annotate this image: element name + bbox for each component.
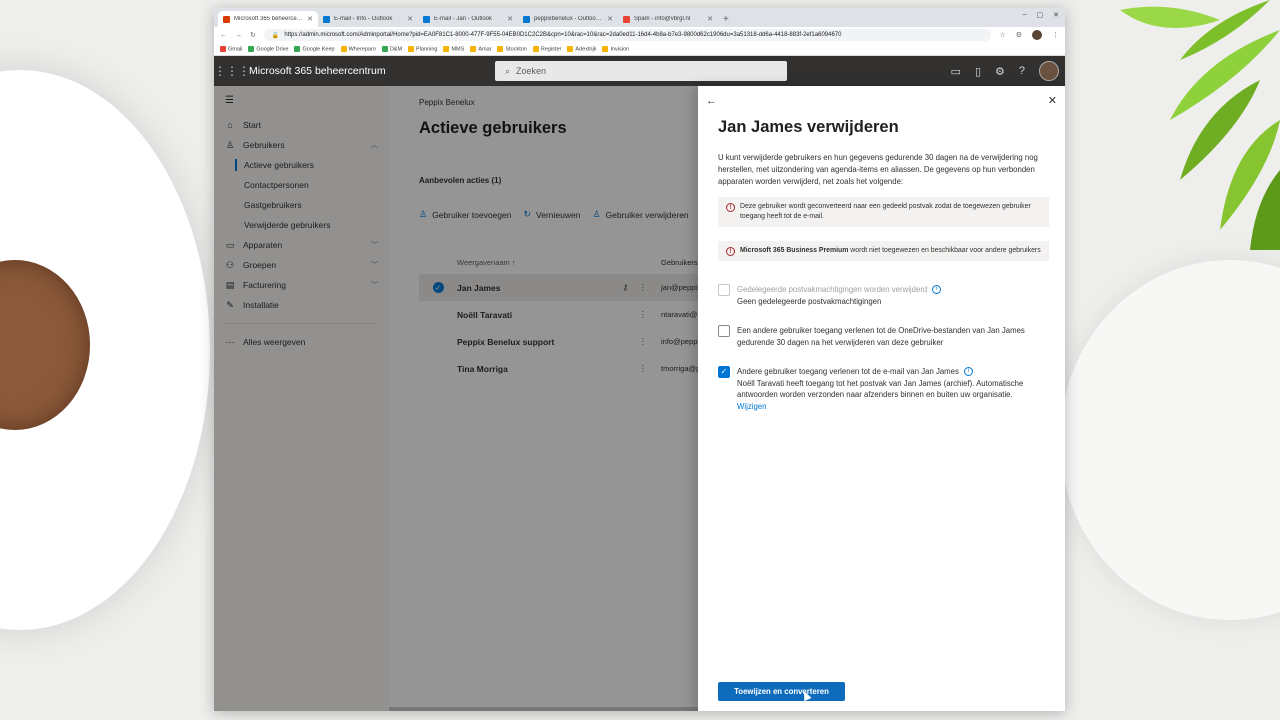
info-message-shared-mailbox: ! Deze gebruiker wordt geconverteerd naa…: [718, 197, 1049, 227]
tab-strip: Microsoft 365 beheercentrum ✕ E-mail - I…: [214, 8, 1065, 27]
close-tab-icon[interactable]: ✕: [507, 15, 513, 23]
assign-and-convert-button[interactable]: Toewijzen en converteren: [718, 682, 845, 701]
close-tab-icon[interactable]: ✕: [607, 15, 613, 23]
outlook-icon: [523, 15, 530, 23]
saucer-image: [1060, 260, 1280, 620]
tab-label: E-mail - Jan - Outlook: [434, 16, 493, 22]
back-arrow-icon[interactable]: ←: [706, 95, 717, 107]
browser-tab-admin[interactable]: Microsoft 365 beheercentrum ✕: [218, 11, 318, 27]
bookmark-item[interactable]: Gmail: [220, 45, 242, 52]
browser-window: Microsoft 365 beheercentrum ✕ E-mail - I…: [214, 8, 1065, 711]
office-icon: [223, 15, 230, 23]
avatar[interactable]: [1039, 61, 1059, 81]
star-icon[interactable]: ☆: [999, 31, 1005, 39]
lock-icon: 🔒: [271, 32, 280, 39]
address-bar: ← → ↻ 🔒 https://admin.microsoft.com/Admi…: [214, 27, 1065, 43]
bookmark-item[interactable]: D&M: [381, 45, 402, 52]
bookmark-item[interactable]: Planning: [408, 45, 437, 52]
close-tab-icon[interactable]: ✕: [407, 15, 413, 23]
reload-icon[interactable]: ↻: [250, 31, 256, 39]
close-window-button[interactable]: ✕: [1053, 11, 1059, 19]
outlook-icon: [323, 15, 330, 23]
license-name: Microsoft 365 Business Premium: [740, 247, 849, 254]
search-input[interactable]: ⌕ Zoeken: [495, 61, 787, 81]
app-title[interactable]: Microsoft 365 beheercentrum: [249, 65, 386, 77]
tab-label: Microsoft 365 beheercentrum: [234, 16, 303, 22]
info-message-license: ! Microsoft 365 Business Premium wordt n…: [718, 241, 1049, 261]
bookmark-item[interactable]: Whereparo: [340, 45, 376, 52]
outlook-icon: [423, 15, 430, 23]
mobile-icon[interactable]: ▯: [975, 65, 981, 78]
browser-tab-owa[interactable]: peppixbenelux - Outlook Web App ✕: [518, 11, 618, 27]
info-text: Microsoft 365 Business Premium wordt nie…: [740, 246, 1041, 256]
bookmark-item[interactable]: Google Drive: [248, 45, 288, 52]
window-controls: – ▢ ✕: [1023, 11, 1059, 19]
panel-title: Jan James verwijderen: [718, 118, 899, 136]
browser-tab-outlook-info[interactable]: E-mail - Info - Outlook ✕: [318, 11, 418, 27]
license-text: wordt niet toegewezen en beschikbaar voo…: [848, 247, 1041, 254]
url-field[interactable]: 🔒 https://admin.microsoft.com/Adminporta…: [263, 29, 992, 41]
plant-image: [1120, 0, 1280, 250]
extension-icon[interactable]: ⚙: [1016, 31, 1022, 39]
help-icon[interactable]: ?: [1019, 65, 1025, 77]
bookmark-item[interactable]: Stockton: [497, 45, 527, 52]
option-onedrive-access: Een andere gebruiker toegang verlenen to…: [718, 325, 1045, 348]
app-launcher-icon[interactable]: ⋮⋮⋮: [214, 64, 250, 78]
option-subtext: Geen gedelegeerde postvakmachtigingen: [737, 296, 882, 306]
close-tab-icon[interactable]: ✕: [707, 15, 713, 23]
back-icon[interactable]: ←: [220, 32, 227, 39]
warning-icon: !: [726, 203, 735, 212]
avatar[interactable]: [1032, 30, 1042, 40]
coffee-cup-image: [0, 70, 210, 630]
menu-icon[interactable]: ⋮: [1052, 31, 1059, 39]
tab-label: peppixbenelux - Outlook Web App: [534, 16, 603, 22]
info-icon[interactable]: i: [963, 367, 973, 377]
option-label: Andere gebruiker toegang verlenen tot de…: [737, 367, 959, 376]
option-subtext: Noëll Taravati heeft toegang tot het pos…: [737, 378, 1024, 400]
forward-icon[interactable]: →: [235, 32, 242, 39]
bookmark-item[interactable]: MMS: [443, 45, 464, 52]
app-header: ⋮⋮⋮ Microsoft 365 beheercentrum ⌕ Zoeken…: [214, 56, 1065, 86]
close-tab-icon[interactable]: ✕: [307, 15, 313, 23]
terminal-icon[interactable]: ▭: [951, 65, 961, 78]
browser-tab-spam[interactable]: Spam - info@vbrgl.nl ✕: [618, 11, 718, 27]
info-icon[interactable]: i: [932, 285, 942, 295]
minimize-button[interactable]: –: [1023, 11, 1027, 19]
panel-description: U kunt verwijderde gebruikers en hun geg…: [718, 153, 1038, 186]
tab-label: E-mail - Info - Outlook: [334, 16, 393, 22]
new-tab-button[interactable]: +: [718, 14, 734, 27]
option-delegated-permissions: Gedelegeerde postvakmachtigingen worden …: [718, 284, 1045, 307]
bookmark-item[interactable]: Adextrijk: [567, 45, 596, 52]
onedrive-access-checkbox[interactable]: [718, 325, 730, 337]
bookmark-item[interactable]: Amar: [470, 45, 491, 52]
gmail-icon: [623, 15, 630, 23]
option-label: Een andere gebruiker toegang verlenen to…: [737, 326, 1025, 347]
extension-icons: ☆ ⚙ ⋮: [999, 30, 1059, 40]
gear-icon[interactable]: ⚙: [995, 65, 1005, 78]
maximize-button[interactable]: ▢: [1037, 11, 1044, 19]
bookmarks-bar: Gmail Google Drive Google Keep Whereparo…: [214, 43, 1065, 56]
url-text: https://admin.microsoft.com/Adminportal/…: [284, 32, 842, 38]
bookmark-item[interactable]: Register: [532, 45, 561, 52]
tab-label: Spam - info@vbrgl.nl: [634, 16, 691, 22]
option-label: Gedelegeerde postvakmachtigingen worden …: [737, 285, 928, 294]
delegated-permissions-checkbox[interactable]: [718, 284, 730, 296]
delete-user-panel: ← ✕ Jan James verwijderen U kunt verwijd…: [698, 86, 1065, 711]
email-access-checkbox[interactable]: ✓: [718, 366, 730, 378]
search-icon: ⌕: [505, 65, 511, 76]
change-link[interactable]: Wijzigen: [737, 401, 1045, 413]
option-email-access: ✓ Andere gebruiker toegang verlenen tot …: [718, 366, 1045, 412]
bookmark-item[interactable]: Google Keep: [294, 45, 335, 52]
info-text: Deze gebruiker wordt geconverteerd naar …: [740, 203, 1031, 220]
browser-tab-outlook-jan[interactable]: E-mail - Jan - Outlook ✕: [418, 11, 518, 27]
close-icon[interactable]: ✕: [1048, 94, 1057, 107]
warning-icon: !: [726, 247, 735, 256]
bookmark-item[interactable]: Invision: [602, 45, 629, 52]
search-placeholder: Zoeken: [516, 66, 547, 76]
header-actions: ▭ ▯ ⚙ ?: [951, 56, 1059, 86]
